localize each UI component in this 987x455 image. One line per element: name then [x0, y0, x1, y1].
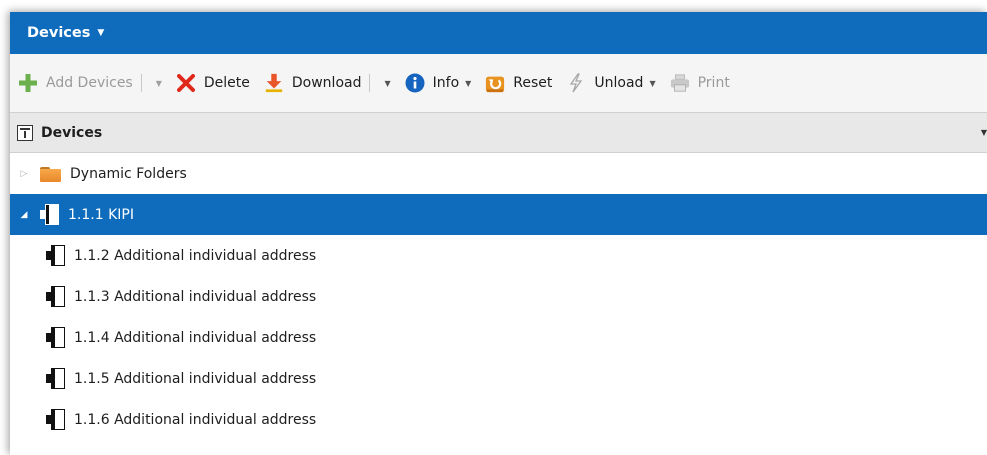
devices-window: Devices ▼ Add Devices ▼ Delete Download …	[10, 12, 987, 455]
printer-icon	[670, 73, 690, 93]
tree-item-label: 1.1.6 Additional individual address	[74, 411, 317, 428]
folder-icon	[40, 166, 62, 182]
toolbar-separator	[369, 74, 371, 92]
x-icon	[176, 73, 196, 93]
info-circle-icon	[405, 73, 425, 93]
download-dropdown-icon[interactable]: ▼	[384, 79, 390, 88]
devices-header[interactable]: Devices ▼	[10, 12, 987, 54]
delete-button[interactable]: Delete	[176, 68, 250, 98]
add-devices-label: Add Devices	[46, 75, 133, 91]
info-label: Info	[432, 75, 460, 91]
panel-dropdown-icon[interactable]: ▼	[981, 128, 987, 137]
header-dropdown-icon[interactable]: ▼	[97, 28, 104, 38]
add-devices-dropdown-icon[interactable]: ▼	[156, 79, 162, 88]
tree-item-label: 1.1.2 Additional individual address	[74, 247, 317, 264]
device-icon	[46, 409, 66, 430]
delete-label: Delete	[203, 75, 250, 91]
panel-title: Devices	[41, 124, 103, 141]
device-icon	[46, 368, 66, 389]
add-devices-button[interactable]: Add Devices ▼	[18, 68, 162, 98]
tree-item-dynamic-folders[interactable]: ▷ Dynamic Folders	[10, 153, 987, 194]
print-button[interactable]: Print	[670, 68, 730, 98]
reset-arrow-icon	[485, 73, 505, 93]
download-arrow-icon	[264, 73, 284, 93]
device-icon	[46, 286, 66, 307]
lightning-icon	[566, 73, 586, 93]
device-icon	[46, 327, 66, 348]
unload-label: Unload	[594, 75, 644, 91]
tree-item-label: 1.1.5 Additional individual address	[74, 370, 317, 387]
info-dropdown-icon[interactable]: ▼	[465, 79, 471, 88]
tree-item-device-1-1-1[interactable]: ◢ 1.1.1 KIPI	[10, 194, 987, 235]
info-button[interactable]: Info ▼	[405, 68, 471, 98]
tree-item-label: Dynamic Folders	[70, 165, 187, 182]
expand-icon[interactable]: ▷	[18, 169, 30, 179]
tree-item-address[interactable]: 1.1.3 Additional individual address	[10, 276, 987, 317]
tree-item-label: 1.1.1 KIPI	[68, 206, 134, 223]
unload-dropdown-icon[interactable]: ▼	[649, 79, 655, 88]
download-button[interactable]: Download ▼	[264, 68, 391, 98]
toolbar: Add Devices ▼ Delete Download ▼ Info ▼ R…	[10, 54, 987, 112]
tree-item-address[interactable]: 1.1.4 Additional individual address	[10, 317, 987, 358]
print-label: Print	[697, 75, 730, 91]
tree-item-label: 1.1.4 Additional individual address	[74, 329, 317, 346]
device-icon	[40, 204, 60, 225]
tree-item-address[interactable]: 1.1.5 Additional individual address	[10, 358, 987, 399]
tree-item-label: 1.1.3 Additional individual address	[74, 288, 317, 305]
plus-icon	[18, 73, 38, 93]
tree-item-address[interactable]: 1.1.2 Additional individual address	[10, 235, 987, 276]
reset-button[interactable]: Reset	[485, 68, 552, 98]
devices-panel-header[interactable]: Devices ▼	[10, 112, 987, 153]
collapse-icon[interactable]: ◢	[18, 210, 30, 220]
device-icon	[46, 245, 66, 266]
toolbar-separator	[140, 74, 142, 92]
tree-item-address[interactable]: 1.1.6 Additional individual address	[10, 399, 987, 440]
device-panel-icon	[17, 124, 33, 141]
download-label: Download	[291, 75, 362, 91]
header-title: Devices	[27, 25, 91, 41]
device-tree: ▷ Dynamic Folders ◢ 1.1.1 KIPI 1.1.2 Add…	[10, 153, 987, 440]
reset-label: Reset	[513, 75, 553, 91]
unload-button[interactable]: Unload ▼	[566, 68, 656, 98]
